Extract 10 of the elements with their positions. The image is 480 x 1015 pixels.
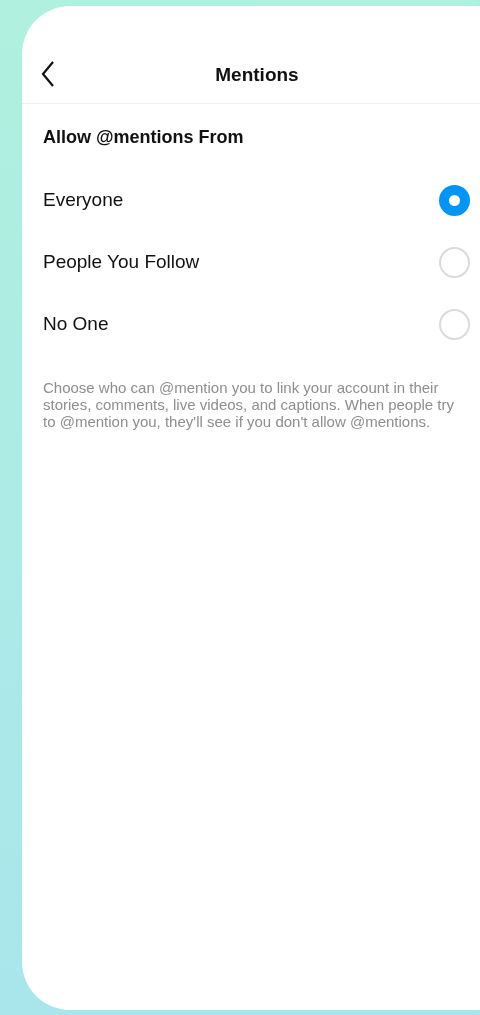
radio-button[interactable] xyxy=(439,184,470,216)
radio-button[interactable] xyxy=(439,308,470,340)
section-title: Allow @mentions From xyxy=(43,127,244,147)
option-row[interactable]: No One xyxy=(43,293,470,355)
page-title: Mentions xyxy=(214,63,299,88)
description-text: Choose who can @mention you to link your account in their stories, comments, live videos, and captions. When people try to @mention you, they'll see if you don't allow @mentions. xyxy=(43,379,456,430)
back-icon xyxy=(41,61,55,87)
option-row[interactable]: Everyone xyxy=(43,169,470,231)
radio-button[interactable] xyxy=(439,246,470,278)
option-row[interactable]: People You Follow xyxy=(43,231,470,293)
